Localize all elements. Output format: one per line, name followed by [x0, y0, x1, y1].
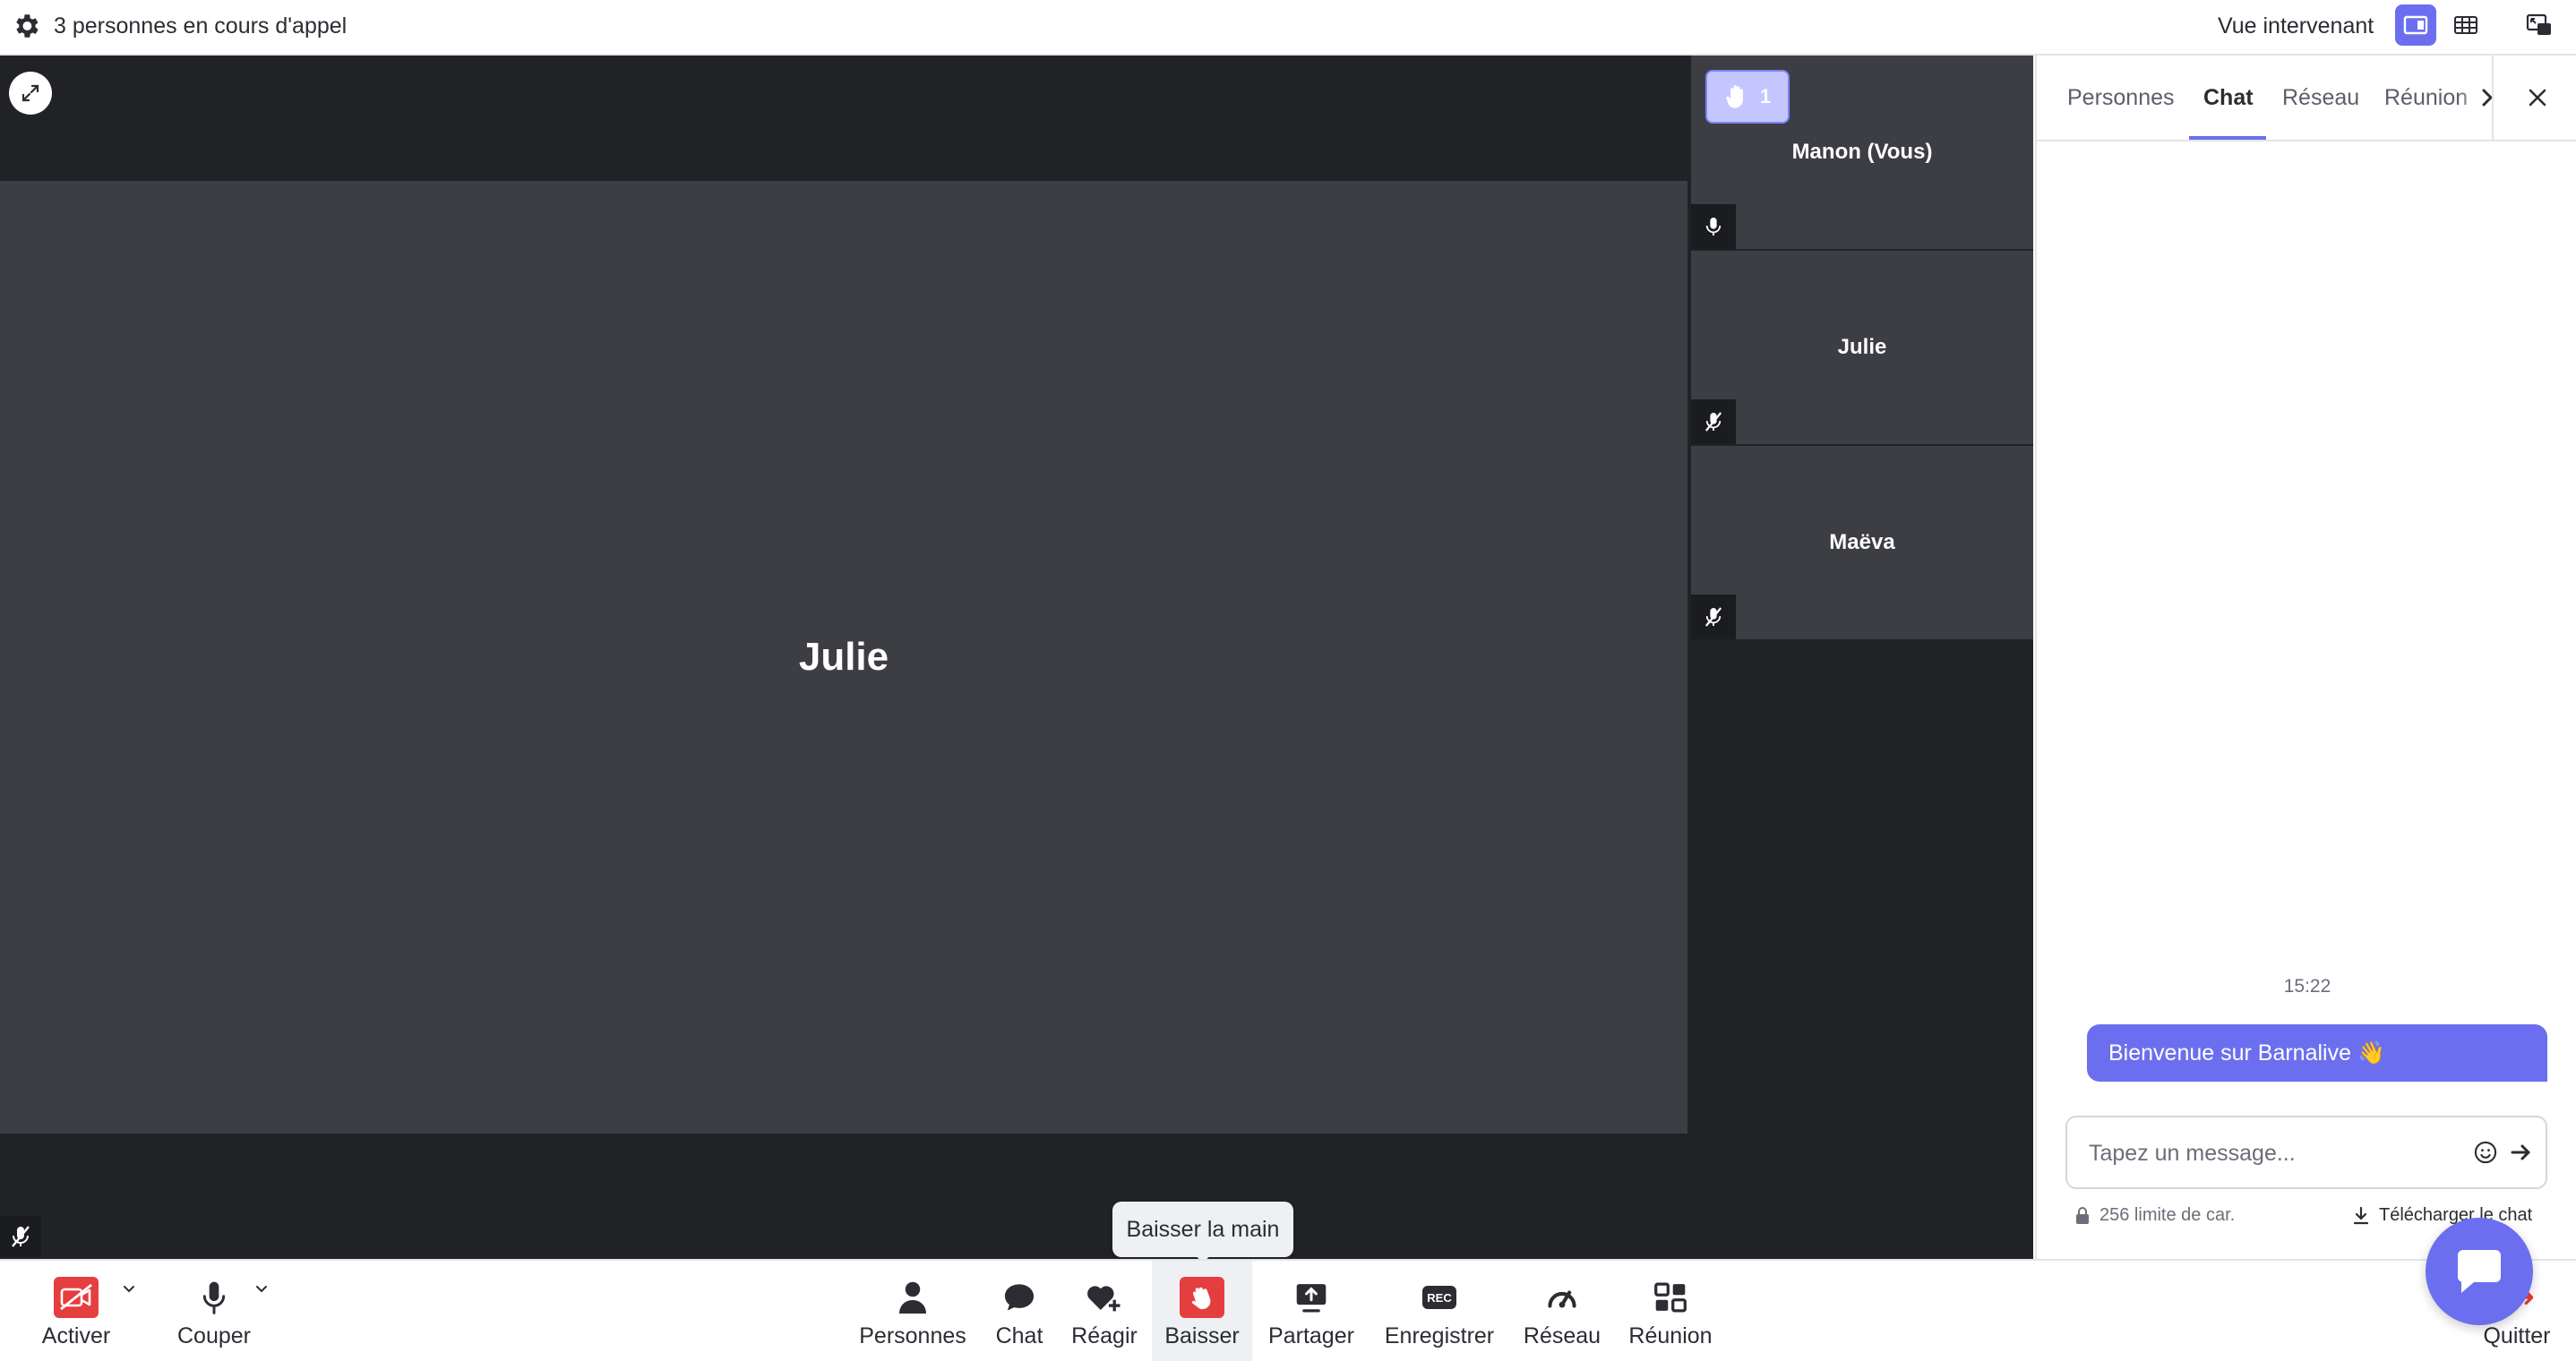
participant-tile[interactable]: Julie	[1691, 251, 2033, 444]
smiley-icon	[2474, 1141, 2497, 1164]
record-button[interactable]: REC Enregistrer	[1376, 1261, 1503, 1361]
close-icon	[2529, 89, 2546, 107]
chat-input-box	[2065, 1116, 2547, 1189]
picture-in-picture-button[interactable]	[2519, 4, 2560, 46]
mic-icon	[192, 1277, 236, 1318]
tab-people[interactable]: Personnes	[2067, 56, 2175, 140]
raised-hand-count: 1	[1759, 85, 1772, 107]
heart-plus-icon	[1082, 1277, 1127, 1318]
main-speaker-video: Julie	[0, 181, 1687, 1257]
quit-label: Quitter	[2483, 1323, 2551, 1348]
character-limit-text: 256 limite de car.	[2099, 1205, 2236, 1225]
share-label: Partager	[1268, 1323, 1354, 1348]
network-button[interactable]: Réseau	[1517, 1261, 1607, 1361]
chat-button[interactable]: Chat	[983, 1261, 1055, 1361]
participant-name: Maëva	[1829, 530, 1895, 554]
mic-toggle-label: Couper	[177, 1323, 251, 1348]
main-speaker-name: Julie	[798, 635, 889, 679]
character-limit: 256 limite de car.	[2074, 1205, 2235, 1226]
message-icon	[2458, 1250, 2501, 1293]
bottom-toolbar: Activer Couper Personnes Chat Réagir Bai…	[0, 1259, 2576, 1361]
record-icon: REC	[1417, 1277, 1462, 1318]
speaker-view-icon	[2403, 15, 2428, 35]
tab-chat[interactable]: Chat	[2203, 56, 2254, 140]
view-mode-label: Vue intervenant	[2218, 13, 2374, 39]
meeting-button[interactable]: Réunion	[1621, 1261, 1720, 1361]
participant-name: Julie	[1837, 335, 1887, 359]
hand-icon	[1726, 85, 1743, 108]
react-label: Réagir	[1071, 1323, 1138, 1348]
chat-message: Bienvenue sur Barnalive 👋	[2087, 1024, 2547, 1082]
send-message-button[interactable]	[2506, 1137, 2537, 1168]
raise-hand-tooltip: Baisser la main	[1112, 1202, 1293, 1257]
people-label: Personnes	[859, 1323, 966, 1348]
tabs-scroll-right-button[interactable]	[2472, 79, 2503, 116]
participant-count: 3 personnes en cours d'appel	[54, 13, 348, 39]
participant-tile[interactable]: Maëva	[1691, 446, 2033, 639]
main-speaker-mic-status	[0, 1216, 41, 1257]
mic-off-icon	[1704, 412, 1722, 432]
download-icon	[2353, 1206, 2369, 1224]
camera-toggle-button[interactable]: Activer	[27, 1261, 125, 1361]
person-icon	[890, 1277, 935, 1318]
network-label: Réseau	[1523, 1323, 1601, 1348]
tab-network[interactable]: Réseau	[2282, 56, 2359, 140]
share-button[interactable]: Partager	[1261, 1261, 1361, 1361]
speedometer-icon	[1540, 1277, 1584, 1318]
side-panel: Personnes Chat Réseau Réunion 15:22 Bien…	[2035, 56, 2576, 1259]
chevron-down-icon	[256, 1286, 267, 1293]
active-tab-indicator	[2189, 136, 2266, 140]
rec-badge: REC	[1422, 1286, 1456, 1309]
lock-icon	[2076, 1206, 2089, 1224]
picture-in-picture-icon	[2526, 13, 2551, 35]
chat-timestamp: 15:22	[2283, 976, 2331, 997]
tile-mic-status	[1691, 204, 1736, 249]
mic-off-icon	[1704, 607, 1722, 627]
top-bar: 3 personnes en cours d'appel Vue interve…	[0, 0, 2576, 56]
mic-off-icon	[12, 1226, 30, 1247]
chat-label: Chat	[995, 1323, 1043, 1348]
hand-icon	[1180, 1277, 1224, 1318]
react-button[interactable]: Réagir	[1064, 1261, 1145, 1361]
camera-toggle-label: Activer	[41, 1323, 111, 1348]
grid-view-icon	[2454, 16, 2477, 34]
tile-mic-status	[1691, 399, 1736, 444]
participant-tile[interactable]: Manon (Vous) 1	[1691, 56, 2033, 249]
share-screen-icon	[1289, 1277, 1334, 1318]
dashboard-icon	[1648, 1277, 1693, 1318]
meeting-label: Réunion	[1628, 1323, 1713, 1348]
gear-icon[interactable]	[11, 11, 41, 41]
chevron-down-icon	[124, 1286, 134, 1293]
chat-message-input[interactable]	[2087, 1117, 2467, 1189]
chat-bubble-icon	[997, 1277, 1042, 1318]
grid-view-button[interactable]	[2445, 4, 2486, 46]
tile-mic-status	[1691, 595, 1736, 639]
people-button[interactable]: Personnes	[851, 1261, 975, 1361]
record-label: Enregistrer	[1384, 1323, 1495, 1348]
raised-hand-badge: 1	[1705, 70, 1790, 124]
video-stage: Julie Manon (Vous) 1 Julie Maëva	[0, 56, 2033, 1259]
speaker-view-button[interactable]	[2395, 4, 2436, 46]
lower-hand-label: Baisser	[1164, 1323, 1240, 1348]
lower-hand-button[interactable]: Baisser	[1152, 1261, 1252, 1361]
divider	[2492, 56, 2494, 140]
fullscreen-button[interactable]	[9, 72, 52, 115]
mic-toggle-button[interactable]: Couper	[165, 1261, 263, 1361]
download-chat-link[interactable]: Télécharger le chat	[2352, 1205, 2532, 1226]
tab-meeting[interactable]: Réunion	[2384, 56, 2468, 140]
mic-options-button[interactable]	[251, 1279, 272, 1300]
panel-tabs: Personnes Chat Réseau Réunion	[2037, 56, 2576, 141]
mic-icon	[1705, 218, 1722, 235]
arrow-right-icon	[2511, 1144, 2530, 1160]
close-panel-button[interactable]	[2519, 79, 2556, 116]
expand-icon	[21, 84, 39, 102]
support-chat-button[interactable]	[2426, 1218, 2533, 1325]
emoji-button[interactable]	[2470, 1137, 2501, 1168]
camera-options-button[interactable]	[118, 1279, 140, 1300]
camera-off-icon	[54, 1277, 99, 1318]
